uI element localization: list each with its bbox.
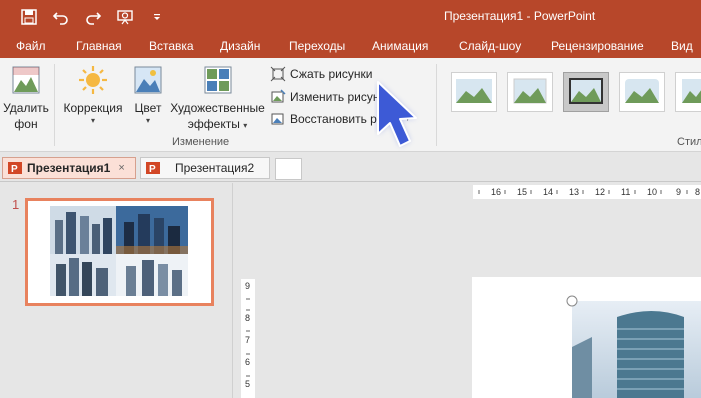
close-tab-icon[interactable]: × (118, 162, 124, 174)
powerpoint-icon: P (8, 162, 22, 175)
picture-style-3[interactable] (563, 72, 609, 112)
h-tick: 12 (595, 187, 605, 197)
h-tick: 9 (676, 187, 681, 197)
remove-background-label-2: фон (14, 117, 38, 131)
tab-animations[interactable]: Анимация (372, 39, 428, 53)
picture-style-5[interactable] (675, 72, 701, 112)
change-picture-icon (271, 89, 286, 103)
horizontal-ruler: 16 15 14 13 12 11 10 9 8 (473, 185, 701, 199)
document-tab-active[interactable]: P Презентация1 × (2, 157, 136, 179)
compress-pictures-icon (270, 66, 286, 82)
v-tick: 6 (245, 357, 250, 367)
color-button[interactable]: Цвет ▾ (130, 64, 166, 126)
corrections-button[interactable]: Коррекция ▾ (60, 64, 126, 126)
svg-text:P: P (149, 164, 156, 175)
v-tick: 7 (245, 335, 250, 345)
h-tick: 15 (517, 187, 527, 197)
slides-pane: 1 (0, 183, 233, 398)
divider (436, 64, 437, 146)
compress-pictures-button[interactable]: Сжать рисунки (270, 66, 372, 82)
quick-access-toolbar (0, 0, 178, 33)
h-tick: 11 (621, 187, 630, 197)
reset-picture-icon (271, 113, 284, 125)
reset-picture-label: Восстановить ри (290, 112, 384, 126)
customize-qat-icon[interactable] (146, 6, 168, 28)
dropdown-arrow-icon: ▾ (243, 121, 248, 130)
v-tick: 5 (245, 379, 250, 389)
styles-group-label: Стил (677, 136, 701, 148)
adjust-group-label: Изменение (172, 136, 230, 148)
reset-picture-button[interactable]: Восстановить ри ▾ (270, 111, 410, 127)
tab-design[interactable]: Дизайн (220, 39, 260, 53)
window-title: Презентация1 - PowerPoint (444, 9, 596, 23)
tab-review[interactable]: Рецензирование (551, 39, 644, 53)
city-photo-2 (116, 206, 188, 254)
tab-file[interactable]: Файл (16, 39, 46, 53)
remove-background-button[interactable]: Удалить фон (2, 64, 50, 132)
artistic-effects-label-2: эффекты ▾ (188, 116, 247, 132)
h-tick: 13 (569, 187, 579, 197)
ribbon-tabs: Файл Главная Вставка Дизайн Переходы Ани… (0, 33, 701, 58)
h-tick: 14 (543, 187, 553, 197)
dropdown-arrow-icon: ▾ (405, 114, 410, 123)
h-tick: 10 (647, 187, 657, 197)
tab-view[interactable]: Вид (671, 39, 693, 53)
artistic-effects-label-2-text: эффекты (187, 117, 240, 131)
powerpoint-icon: P (146, 162, 160, 175)
v-tick: 8 (245, 313, 250, 323)
tab-transitions[interactable]: Переходы (289, 39, 345, 53)
picture-style-2[interactable] (507, 72, 553, 112)
color-label: Цвет (134, 101, 162, 115)
compress-pictures-label: Сжать рисунки (290, 67, 373, 81)
picture-style-4[interactable] (619, 72, 665, 112)
change-picture-button[interactable]: Изменить рисун (270, 89, 379, 105)
dropdown-arrow-icon: ▾ (145, 116, 150, 125)
change-picture-label: Изменить рисун (290, 90, 380, 104)
v-tick: 9 (245, 281, 250, 291)
document-tab-second[interactable]: P Презентация2 (140, 157, 270, 179)
redo-icon[interactable] (82, 6, 104, 28)
slide-canvas[interactable] (472, 277, 701, 398)
color-icon (134, 66, 162, 94)
tab-slideshow[interactable]: Слайд-шоу (459, 39, 521, 53)
vertical-ruler: 9 8 7 6 5 (241, 279, 255, 398)
document-tab-active-label: Презентация1 (27, 161, 111, 175)
tab-insert[interactable]: Вставка (149, 39, 194, 53)
h-tick: 8 (695, 187, 700, 197)
picture-style-1[interactable] (451, 72, 497, 112)
document-tabs: P Презентация1 × P Презентация2 (0, 152, 701, 182)
tab-home[interactable]: Главная (76, 39, 122, 53)
artistic-effects-button[interactable]: Художественные эффекты ▾ (170, 64, 265, 132)
picture-styles-gallery (441, 66, 701, 128)
city-photo-4 (116, 254, 188, 296)
divider (54, 64, 55, 146)
slide-thumbnail[interactable] (25, 198, 214, 306)
remove-background-icon (12, 66, 40, 94)
ribbon: Удалить фон Коррекция ▾ Цвет ▾ Художеств… (0, 58, 701, 152)
slide-number: 1 (12, 197, 20, 212)
artistic-effects-icon (204, 66, 231, 94)
artistic-effects-label-1: Художественные (170, 101, 265, 115)
slideshow-icon[interactable] (114, 6, 136, 28)
corrections-sun-icon (79, 66, 107, 94)
undo-icon[interactable] (50, 6, 72, 28)
h-tick: 16 (491, 187, 501, 197)
svg-text:P: P (11, 164, 18, 175)
new-tab-button[interactable] (275, 158, 302, 180)
remove-background-label-1: Удалить (3, 101, 49, 115)
corrections-label: Коррекция (63, 101, 123, 115)
save-icon[interactable] (18, 6, 40, 28)
title-bar: Презентация1 - PowerPoint (0, 0, 701, 33)
dropdown-arrow-icon: ▾ (90, 116, 95, 125)
city-photo-3 (50, 254, 116, 296)
document-tab-second-label: Презентация2 (175, 161, 255, 175)
city-photo-1 (50, 206, 116, 254)
